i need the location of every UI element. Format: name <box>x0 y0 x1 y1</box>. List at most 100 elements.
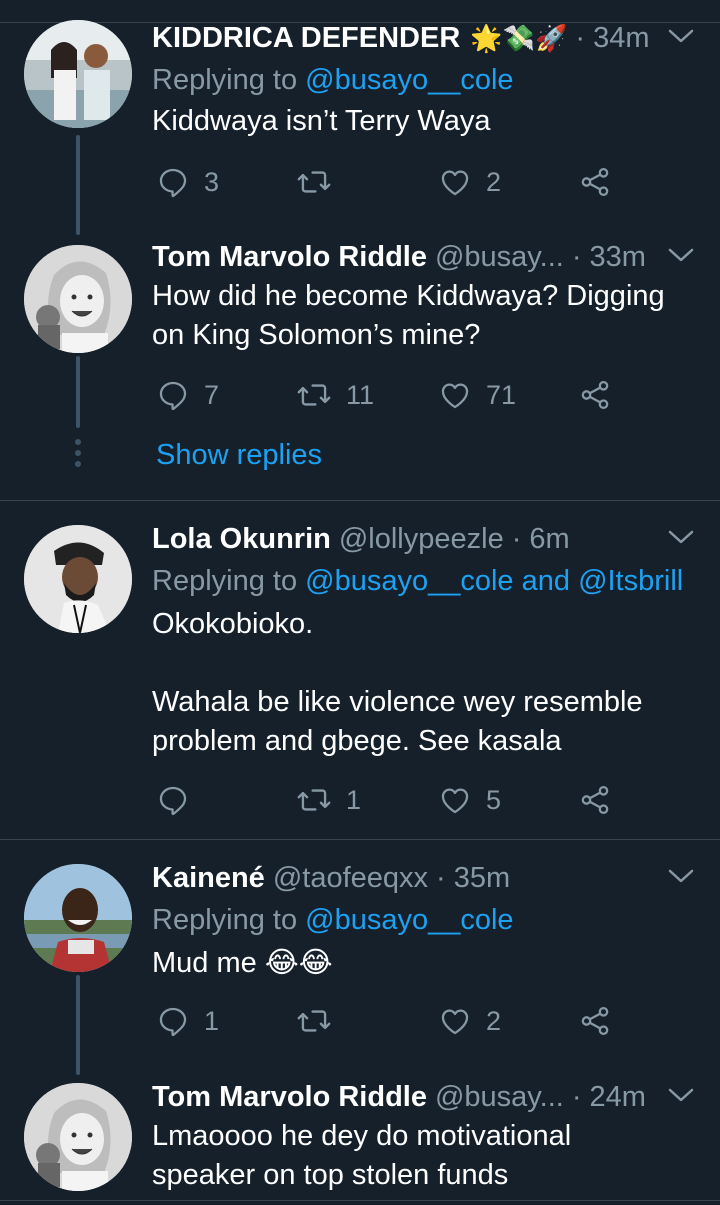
chevron-down-icon[interactable] <box>666 1083 696 1107</box>
share-icon <box>581 380 609 410</box>
share-icon <box>581 1006 609 1036</box>
tweet-text: How did he become Kiddwaya? Digging on K… <box>152 277 696 355</box>
author-handle[interactable]: @busay... <box>435 241 564 274</box>
retweet-icon <box>297 1010 331 1032</box>
tweet-text-line: speaker on top stolen funds <box>152 1159 509 1191</box>
reply-icon <box>159 1007 187 1037</box>
name-emojis: 🌟💸🚀 <box>470 22 568 53</box>
author-handle[interactable]: @lollypeezle <box>339 523 504 556</box>
tweet-1[interactable]: KIDDRICA DEFENDER 🌟💸🚀 · 34m Replying to … <box>0 0 720 235</box>
author-name[interactable]: Tom Marvolo Riddle <box>152 1081 427 1114</box>
tweet-text: Mud me 😂😂 <box>152 944 696 983</box>
heart-icon <box>441 788 469 814</box>
timestamp[interactable]: · 34m <box>575 22 649 55</box>
author-handle[interactable]: @taofeeqxx <box>273 862 428 895</box>
like-button[interactable]: 5 <box>438 780 501 820</box>
mention-link[interactable]: @busayo__cole <box>305 904 513 936</box>
like-button[interactable]: 71 <box>438 375 516 415</box>
retweet-count: 1 <box>346 784 362 815</box>
tweet-text: Lmaoooo he dey do motivational speaker o… <box>152 1117 696 1195</box>
share-button[interactable] <box>578 1001 612 1041</box>
like-button[interactable]: 2 <box>438 162 501 202</box>
tweet-4[interactable]: Kainené @taofeeqxx · 35m Replying to @bu… <box>0 840 720 1075</box>
timestamp[interactable]: · 24m <box>572 1081 646 1114</box>
chevron-down-icon[interactable] <box>666 525 696 549</box>
like-count: 71 <box>486 379 517 410</box>
tweet-text-line <box>152 644 696 683</box>
tweet-text: Okokobioko. Wahala be like violence wey … <box>152 605 696 761</box>
timestamp[interactable]: · 6m <box>512 523 570 556</box>
reply-icon <box>159 381 187 411</box>
tweet-text-line: Mud me 😂😂 <box>152 947 333 979</box>
like-count: 2 <box>486 166 502 197</box>
timestamp[interactable]: · 35m <box>436 862 510 895</box>
reply-button[interactable]: 7 <box>156 375 219 415</box>
author-name[interactable]: Tom Marvolo Riddle <box>152 241 427 274</box>
reply-icon <box>159 168 187 198</box>
replying-label: Replying to <box>152 904 306 936</box>
tweet-text-line: Okokobioko. <box>152 608 314 640</box>
retweet-button[interactable]: 11 <box>296 375 374 415</box>
timestamp[interactable]: · 33m <box>572 241 646 274</box>
mention-link[interactable]: @busayo__cole <box>305 64 513 96</box>
thread-dots <box>74 439 82 472</box>
tweet-text: Kiddwaya isn’t Terry Waya <box>152 102 696 141</box>
replying-to: Replying to @busayo__cole <box>152 60 696 100</box>
tweet-3[interactable]: Lola Okunrin @lollypeezle · 6m Replying … <box>0 501 720 839</box>
share-button[interactable] <box>578 780 612 820</box>
share-button[interactable] <box>578 375 612 415</box>
tweet-text-line: on King Solomon’s mine? <box>152 319 481 351</box>
avatar-photo <box>24 525 132 633</box>
heart-icon <box>441 383 469 409</box>
author-name[interactable]: Lola Okunrin <box>152 523 331 556</box>
author-name[interactable]: KIDDRICA DEFENDER <box>152 22 460 55</box>
reply-count: 3 <box>204 166 220 197</box>
replying-to: Replying to @busayo__cole and @Itsbrill <box>152 561 696 601</box>
show-replies-link[interactable]: Show replies <box>156 439 322 472</box>
retweet-button[interactable]: 1 <box>296 780 361 820</box>
avatar[interactable] <box>24 525 132 633</box>
author-name[interactable]: Kainené <box>152 862 265 895</box>
heart-icon <box>441 1009 469 1035</box>
tweet-text-line: Lmaoooo he dey do motivational <box>152 1120 572 1152</box>
bottom-divider <box>0 1200 720 1201</box>
reply-icon <box>159 786 187 816</box>
mention-link[interactable]: @busayo__cole and @Itsbrill <box>305 565 683 597</box>
avatar[interactable] <box>24 20 132 128</box>
author-handle[interactable]: @busay... <box>435 1081 564 1114</box>
avatar[interactable] <box>24 245 132 353</box>
like-count: 5 <box>486 784 502 815</box>
retweet-count: 11 <box>346 379 375 410</box>
reply-count: 7 <box>204 379 220 410</box>
tweet-text-line: Wahala be like violence wey resemble <box>152 686 643 718</box>
share-icon <box>581 167 609 197</box>
replying-to: Replying to @busayo__cole <box>152 900 696 940</box>
tweet-5[interactable]: Tom Marvolo Riddle @busay... · 24m Lmaoo… <box>0 1075 720 1200</box>
reply-button[interactable]: 1 <box>156 1001 219 1041</box>
chevron-down-icon[interactable] <box>666 864 696 888</box>
like-button[interactable]: 2 <box>438 1001 501 1041</box>
share-icon <box>581 785 609 815</box>
avatar-photo <box>24 1083 132 1191</box>
avatar[interactable] <box>24 864 132 972</box>
reply-button[interactable]: 3 <box>156 162 219 202</box>
reply-button[interactable] <box>156 780 204 820</box>
share-button[interactable] <box>578 162 612 202</box>
avatar-photo <box>24 245 132 353</box>
avatar[interactable] <box>24 1083 132 1191</box>
tweet-text-line: problem and gbege. See kasala <box>152 725 562 757</box>
retweet-icon <box>297 171 331 193</box>
tweet-text-line: How did he become Kiddwaya? Digging <box>152 280 665 312</box>
reply-count: 1 <box>204 1005 220 1036</box>
tweet-2[interactable]: Tom Marvolo Riddle @busay... · 33m How d… <box>0 235 720 500</box>
retweet-button[interactable] <box>296 162 346 202</box>
replying-label: Replying to <box>152 64 306 96</box>
retweet-icon <box>297 789 331 811</box>
chevron-down-icon[interactable] <box>666 24 696 48</box>
chevron-down-icon[interactable] <box>666 243 696 267</box>
avatar-photo <box>24 864 132 972</box>
retweet-icon <box>297 384 331 406</box>
retweet-button[interactable] <box>296 1001 346 1041</box>
heart-icon <box>441 170 469 196</box>
tweet-text-line: Kiddwaya isn’t Terry Waya <box>152 105 491 137</box>
